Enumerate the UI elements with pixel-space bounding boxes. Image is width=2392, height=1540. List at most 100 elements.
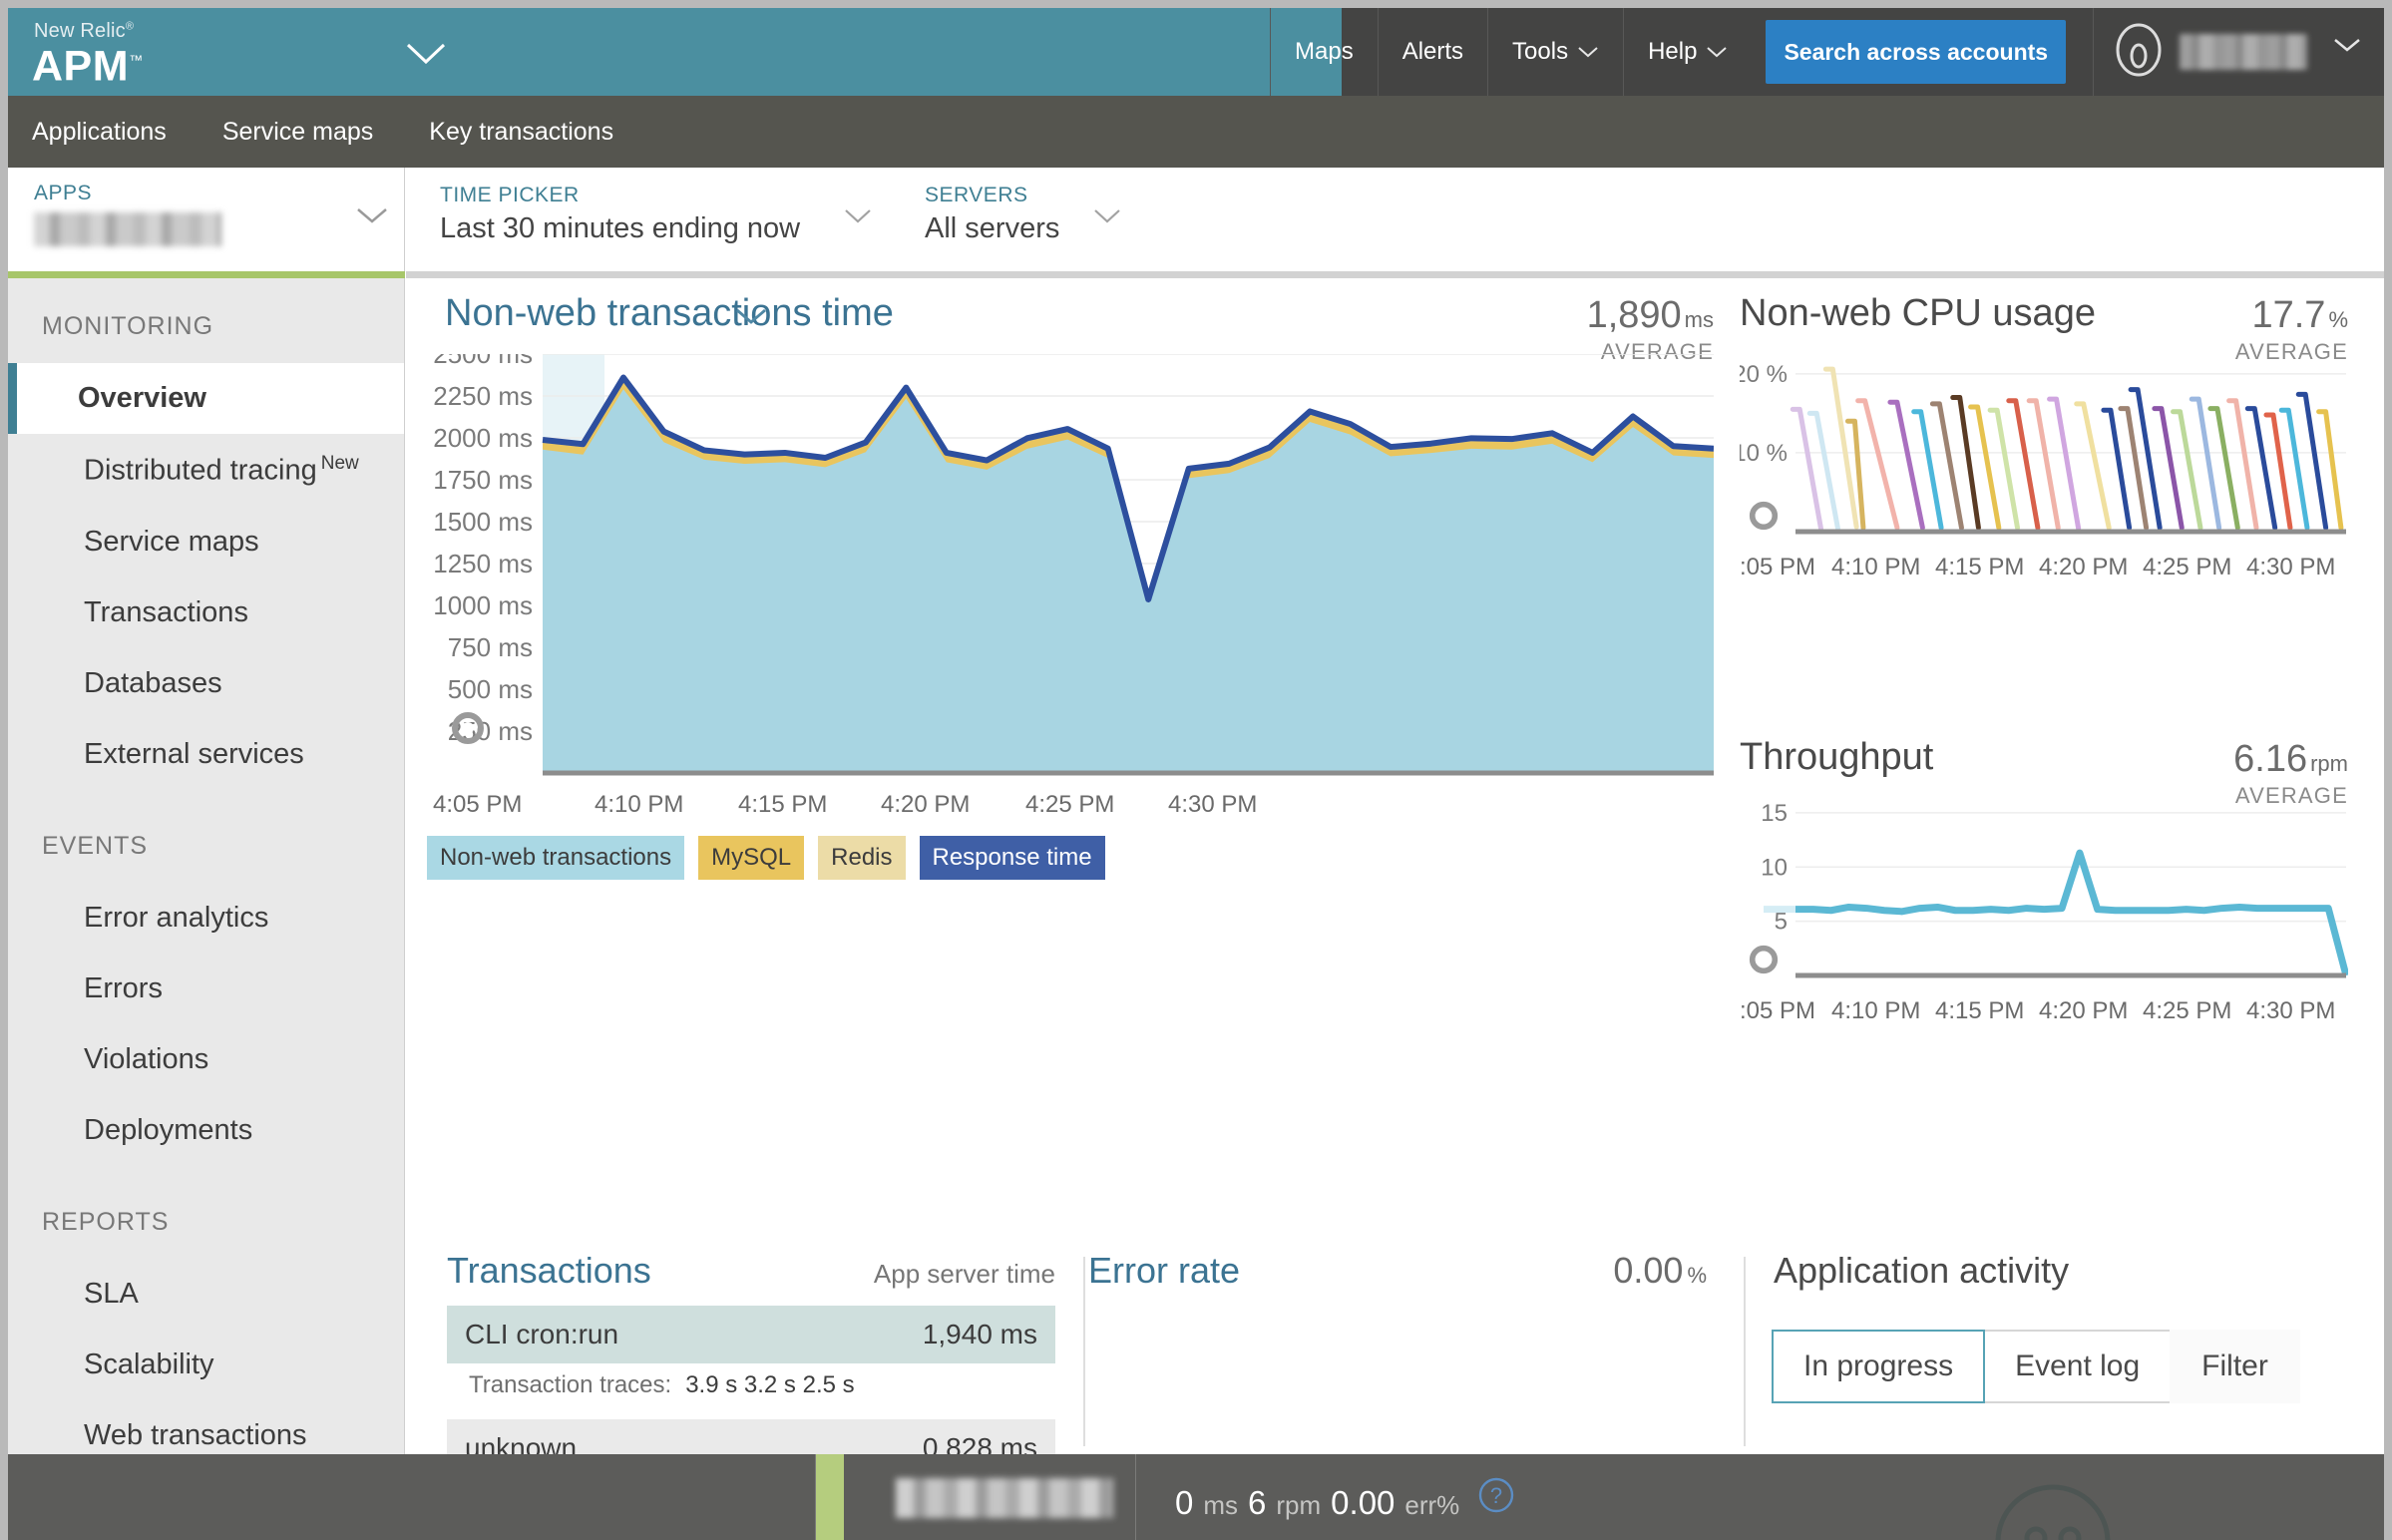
x-tick-label: 4:30 PM	[1168, 791, 1258, 818]
chart-plot-area[interactable]: 250 ms 500 ms 750 ms 1000 ms 1250 ms 1500 ms 1…	[427, 339, 1715, 788]
chevron-down-icon[interactable]	[843, 207, 873, 230]
sidebar-item-label: Violations	[84, 1042, 209, 1075]
non-web-transactions-time-chart: Non-web transactions time 1,890 ms AVERAG…	[427, 292, 1715, 1090]
filter-bar-divider	[406, 271, 2384, 278]
chart-title[interactable]: Non-web transactions time	[445, 292, 894, 335]
apps-picker[interactable]: APPS	[8, 168, 405, 271]
transaction-traces: Transaction traces: 3.9 s 3.2 s 2.5 s	[447, 1363, 1055, 1407]
sidebar-item-distributed-tracing[interactable]: Distributed tracing New	[8, 434, 404, 507]
status-metrics: 0 ms 6 rpm 0.00 err% ?	[1175, 1476, 1515, 1522]
sidebar-item-overview[interactable]: Overview	[8, 363, 404, 434]
help-circle-icon[interactable]: ?	[1477, 1476, 1515, 1522]
x-tick-label: 4:20 PM	[2039, 554, 2129, 580]
x-tick-label: 4:15 PM	[1935, 554, 2025, 580]
chart-legend: Non-web transactions MySQL Redis Respons…	[427, 836, 1105, 880]
sidebar-item-label: Distributed tracing	[84, 454, 317, 487]
transactions-title[interactable]: Transactions	[447, 1250, 651, 1292]
legend-item-redis[interactable]: Redis	[818, 836, 906, 880]
tab-filter[interactable]: Filter	[2170, 1330, 2300, 1403]
tab-label: Event log	[2015, 1349, 2141, 1382]
chevron-down-icon[interactable]	[355, 205, 389, 230]
svg-text:500 ms: 500 ms	[448, 674, 533, 704]
chart-svg: 250 ms500 ms750 ms1000 ms1250 ms1500 ms1…	[433, 339, 1715, 776]
chart-unit: rpm	[2310, 751, 2348, 776]
sidebar-item-label: Overview	[78, 382, 206, 414]
chart-plot-area[interactable]: 5 10 15	[1740, 794, 2350, 993]
brand-product-text: APM™	[32, 42, 144, 91]
nav-item-alerts[interactable]: Alerts	[1377, 8, 1487, 96]
chart-svg: 51015	[1761, 800, 2350, 978]
tab-event-log[interactable]: Event log	[1983, 1330, 2173, 1403]
sidebar-item-external-services[interactable]: External services	[8, 719, 404, 790]
sidebar-heading-reports: REPORTS	[42, 1207, 170, 1236]
chevron-down-icon[interactable]	[734, 306, 768, 331]
x-tick-label: 4:25 PM	[2143, 997, 2232, 1024]
svg-text:20 %: 20 %	[1740, 361, 1788, 388]
sidebar-item-sla[interactable]: SLA	[8, 1259, 404, 1330]
nav-item-tools[interactable]: Tools	[1487, 8, 1623, 96]
x-tick-label: 4:30 PM	[2246, 997, 2336, 1024]
svg-text:750 ms: 750 ms	[448, 632, 533, 662]
sidebar-item-databases[interactable]: Databases	[8, 648, 404, 719]
chart-x-axis: :05 PM 4:10 PM 4:15 PM 4:20 PM 4:25 PM 4…	[1740, 554, 2348, 587]
brand-apm-logo[interactable]: New Relic® APM™	[8, 8, 1342, 96]
error-rate-title[interactable]: Error rate	[1088, 1250, 1240, 1292]
subnav-item-key-transactions[interactable]: Key transactions	[429, 118, 613, 147]
time-picker[interactable]: TIME PICKER Last 30 minutes ending now	[440, 184, 871, 245]
nav-label: Maps	[1295, 38, 1354, 65]
search-across-accounts-button[interactable]: Search across accounts	[1766, 20, 2067, 84]
transaction-traces-values[interactable]: 3.9 s 3.2 s 2.5 s	[685, 1371, 854, 1398]
svg-text:10: 10	[1761, 854, 1788, 881]
chart-plot-area[interactable]: 10 % 20 %	[1733, 350, 2348, 550]
subnav-item-service-maps[interactable]: Service maps	[222, 118, 373, 147]
x-tick-label: 4:30 PM	[2246, 554, 2336, 580]
chevron-down-icon[interactable]	[2332, 36, 2362, 59]
sidebar-item-service-maps[interactable]: Service maps	[8, 507, 404, 578]
svg-text:10 %: 10 %	[1740, 440, 1788, 467]
svg-text:1750 ms: 1750 ms	[433, 465, 533, 495]
sidebar-item-scalability[interactable]: Scalability	[8, 1330, 404, 1400]
legend-item-response-time[interactable]: Response time	[919, 836, 1105, 880]
user-account-menu[interactable]	[2093, 8, 2384, 96]
brand-chevron-down-icon[interactable]	[402, 38, 450, 73]
servers-picker[interactable]: SERVERS All servers	[925, 184, 1120, 245]
sidebar-item-label: Errors	[84, 971, 163, 1004]
legend-item-non-web-transactions[interactable]: Non-web transactions	[427, 836, 685, 880]
subnav-item-applications[interactable]: Applications	[32, 118, 167, 147]
panel-divider	[1083, 1257, 1085, 1446]
sidebar-item-label: Error analytics	[84, 901, 269, 934]
legend-item-mysql[interactable]: MySQL	[698, 836, 805, 880]
nav-item-maps[interactable]: Maps	[1270, 8, 1378, 96]
sidebar-item-label: Service maps	[84, 525, 259, 558]
application-activity-title: Application activity	[1774, 1250, 2070, 1291]
chart-drag-handle-left[interactable]	[1748, 944, 1780, 980]
transaction-name: CLI cron:run	[465, 1319, 619, 1349]
svg-text:15: 15	[1761, 800, 1788, 827]
table-row[interactable]: CLI cron:run 1,940 ms	[447, 1306, 1055, 1363]
x-tick-label: 4:05 PM	[433, 791, 523, 818]
chart-value: 6.16	[2233, 738, 2308, 780]
chart-value: 17.7	[2251, 294, 2326, 336]
tab-in-progress[interactable]: In progress	[1772, 1330, 1986, 1403]
chart-drag-handle-left[interactable]	[1748, 500, 1780, 537]
error-rate-unit: %	[1687, 1263, 1707, 1288]
svg-text:2250 ms: 2250 ms	[433, 381, 533, 411]
nav-item-help[interactable]: Help	[1623, 8, 1752, 96]
sidebar-item-error-analytics[interactable]: Error analytics	[8, 883, 404, 954]
filter-bar: TIME PICKER Last 30 minutes ending now S…	[406, 168, 2384, 271]
sidebar-item-violations[interactable]: Violations	[8, 1024, 404, 1095]
sidebar-item-label: Scalability	[84, 1348, 214, 1380]
status-bar-left-cell	[8, 1454, 816, 1540]
sidebar-item-deployments[interactable]: Deployments	[8, 1095, 404, 1166]
new-badge: New	[320, 453, 359, 474]
chart-drag-handle-left[interactable]	[451, 711, 485, 750]
sidebar-item-label: Databases	[84, 666, 222, 699]
x-tick-label: :05 PM	[1740, 997, 1816, 1024]
status-health-indicator	[816, 1454, 844, 1540]
x-tick-label: 4:15 PM	[1935, 997, 2025, 1024]
sidebar-item-errors[interactable]: Errors	[8, 954, 404, 1024]
transaction-traces-label: Transaction traces:	[469, 1371, 672, 1398]
chevron-down-icon[interactable]	[1092, 207, 1122, 230]
sidebar-item-label: Deployments	[84, 1113, 253, 1146]
sidebar-item-transactions[interactable]: Transactions	[8, 578, 404, 648]
